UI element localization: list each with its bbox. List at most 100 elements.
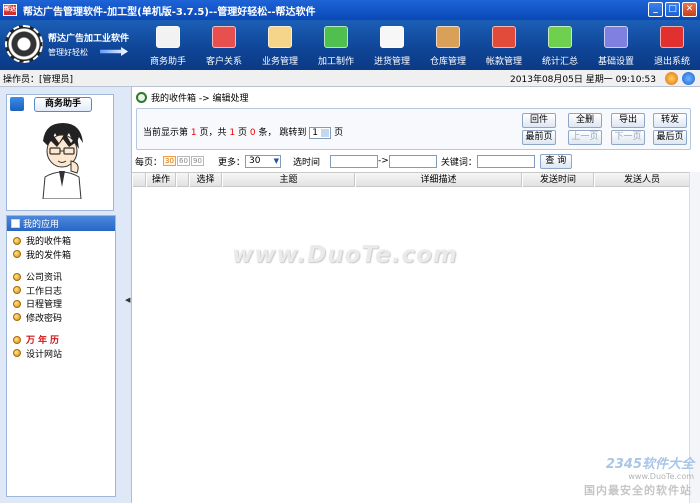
keyword-label: 关键词： <box>440 157 477 168</box>
toolbar-button-1[interactable]: 客户关系 <box>196 22 252 68</box>
toolbar-button-0[interactable]: 商务助手 <box>140 22 196 68</box>
more-select[interactable]: 30 <box>245 154 282 168</box>
export-button[interactable]: 导出 <box>611 113 645 128</box>
keyword-input[interactable] <box>476 154 535 168</box>
toolbar-label: 仓库管理 <box>429 57 466 67</box>
toolbar-label: 帐款管理 <box>485 57 522 67</box>
range-separator: -> <box>378 156 389 166</box>
toolbar-label: 加工制作 <box>317 57 354 67</box>
toolbar-button-9[interactable]: 退出系统 <box>644 22 700 68</box>
toolbar-button-8[interactable]: 基础设置 <box>588 22 644 68</box>
refresh-icon[interactable] <box>682 72 695 85</box>
column-operation[interactable]: 操作 <box>146 173 176 187</box>
prev-page-button[interactable]: 上一页 <box>568 130 602 145</box>
brand-name: 帮达广告加工业软件 <box>48 34 130 44</box>
minimize-button[interactable]: _ <box>648 2 663 17</box>
gear-logo-icon <box>5 25 43 63</box>
datetime-label: 2013年08月05日 星期一 09:10:53 <box>510 74 656 85</box>
toolbar-button-3[interactable]: 加工制作 <box>308 22 364 68</box>
status-bar: 操作员：[管理员] 2013年08月05日 星期一 09:10:53 <box>0 70 700 87</box>
per-page-90[interactable]: 90 <box>191 156 205 166</box>
per-page-30[interactable]: 30 <box>163 156 177 166</box>
delete-all-button[interactable]: 全删 <box>568 113 602 128</box>
per-page-60[interactable]: 60 <box>177 156 191 166</box>
toolbar-button-6[interactable]: 帐款管理 <box>476 22 532 68</box>
last-page-button[interactable]: 最后页 <box>653 130 687 145</box>
bullet-icon <box>13 349 21 358</box>
time-label: 选时间 <box>293 157 321 168</box>
toolbar-label: 退出系统 <box>653 57 690 67</box>
toolbar-button-4[interactable]: 进货管理 <box>364 22 420 68</box>
per-page-label: 每页： <box>135 157 163 168</box>
end-date-input[interactable] <box>388 154 437 168</box>
folder-icon <box>11 219 20 228</box>
bullet-icon <box>13 299 21 308</box>
toolbar-label: 业务管理 <box>261 57 298 67</box>
app-item[interactable]: 修改密码 <box>7 311 115 325</box>
toolbar-label: 进货管理 <box>373 57 410 67</box>
corner-logo: 2345软件大全 <box>605 457 694 472</box>
my-apps-header: 我的应用 <box>7 216 115 231</box>
column-select[interactable]: 选择 <box>189 173 222 187</box>
column-blank <box>132 173 146 187</box>
bullet-icon <box>13 250 21 259</box>
toolbar-label: 商务助手 <box>149 57 186 67</box>
bullet-icon <box>13 286 21 295</box>
assistant-avatar <box>42 123 83 199</box>
app-item[interactable]: 我的收件箱 <box>7 234 115 248</box>
column-send-time[interactable]: 发送时间 <box>522 173 594 187</box>
pen-paper-icon <box>156 26 180 48</box>
help-icon[interactable] <box>665 72 678 85</box>
app-item[interactable]: 设计网站 <box>7 347 115 361</box>
app-item[interactable]: 日程管理 <box>7 297 115 311</box>
exit-icon <box>660 26 684 48</box>
close-button[interactable]: ✕ <box>682 2 697 17</box>
assistant-icon <box>10 97 24 111</box>
clipboard-icon <box>268 26 292 48</box>
jump-page-select[interactable]: 1 <box>309 126 332 139</box>
left-panel: 商务助手 我的应用 我的收件箱 我的发件箱公司资讯 工作日志 日程管理 修改密码万年历设… <box>4 91 116 499</box>
table-header: 操作 选择 主题 详细描述 发送时间 发送人员 <box>132 172 690 187</box>
filter-bar: 每页： 30 60 90 更多： 30 选时间 -> 关键词： 查 询 <box>132 153 700 169</box>
cubes-icon <box>324 26 348 48</box>
bullet-icon <box>13 313 21 322</box>
assistant-box: 商务助手 <box>6 94 114 211</box>
column-description[interactable]: 详细描述 <box>355 173 522 187</box>
brand-slogan: 管理好轻松 <box>48 48 88 57</box>
reply-button[interactable]: 回件 <box>522 113 556 128</box>
pager-info: 当前显示第 1 页，共 1 页 0 条， 跳转到 1 页 <box>143 126 344 139</box>
next-page-button[interactable]: 下一页 <box>611 130 645 145</box>
window-title: 帮达广告管理软件-加工型(单机版-3.7.5)--管理好轻松--帮达软件 <box>23 6 316 18</box>
column-sender[interactable]: 发送人员 <box>594 173 690 187</box>
pencil-doc-icon <box>380 26 404 48</box>
arrow-icon <box>100 47 128 56</box>
toolbar-button-7[interactable]: 统计汇总 <box>532 22 588 68</box>
breadcrumb: 我的收件箱 -> 编辑处理 <box>136 91 249 104</box>
app-item[interactable]: 工作日志 <box>7 284 115 298</box>
search-button[interactable]: 查 询 <box>539 153 572 169</box>
app-item[interactable]: 我的发件箱 <box>7 248 115 262</box>
forward-button[interactable]: 转发 <box>653 113 687 128</box>
maximize-button[interactable]: □ <box>665 2 680 17</box>
settings-book-icon <box>604 26 628 48</box>
toolbar-label: 基础设置 <box>597 57 634 67</box>
column-subject[interactable]: 主题 <box>222 173 355 187</box>
chart-icon <box>548 26 572 48</box>
app-item[interactable]: 公司资讯 <box>7 270 115 284</box>
money-transfer-icon <box>492 26 516 48</box>
toolbar-button-2[interactable]: 业务管理 <box>252 22 308 68</box>
collapse-arrow-icon[interactable]: ◀ <box>125 296 130 304</box>
pager-panel: 当前显示第 1 页，共 1 页 0 条， 跳转到 1 页 回件 全删 导出 转发… <box>136 108 691 150</box>
my-apps-panel: 我的应用 我的收件箱 我的发件箱公司资讯 工作日志 日程管理 修改密码万年历 设计网站 <box>6 215 116 497</box>
title-bar: 帮达 帮达广告管理软件-加工型(单机版-3.7.5)--管理好轻松--帮达软件 … <box>0 0 700 20</box>
toolbar-label: 统计汇总 <box>541 57 578 67</box>
assistant-title[interactable]: 商务助手 <box>34 96 92 112</box>
app-item[interactable]: 万年历 <box>7 333 115 347</box>
column-spacer <box>176 173 189 187</box>
toolbar-label: 客户关系 <box>205 57 242 67</box>
toolbar-button-5[interactable]: 仓库管理 <box>420 22 476 68</box>
main-content: 我的收件箱 -> 编辑处理 当前显示第 1 页，共 1 页 0 条， 跳转到 1… <box>131 87 700 503</box>
first-page-button[interactable]: 最前页 <box>522 130 556 145</box>
start-date-input[interactable] <box>330 154 379 168</box>
